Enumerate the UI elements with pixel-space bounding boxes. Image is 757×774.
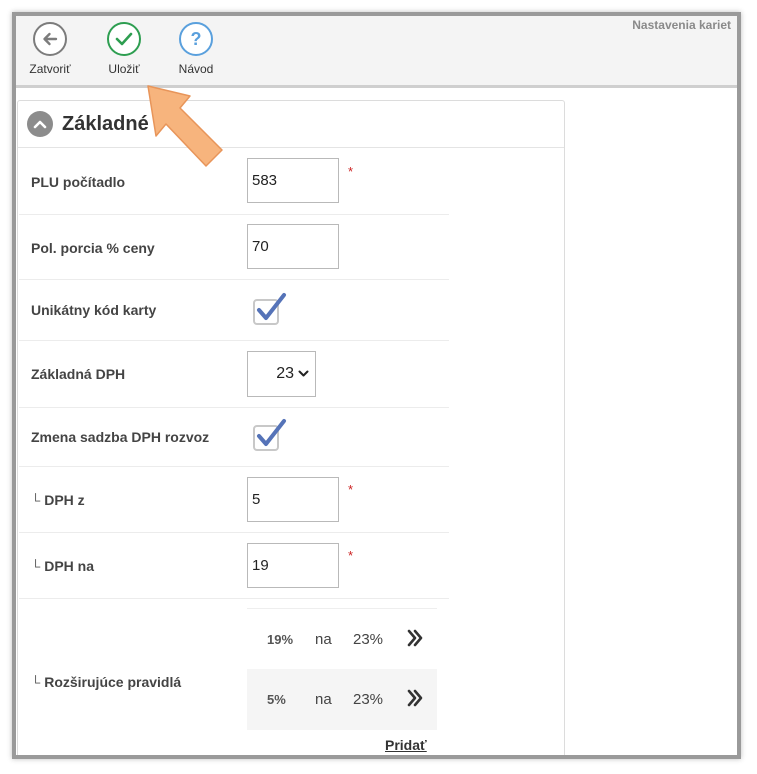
help-button[interactable]: ? Návod <box>166 22 226 76</box>
double-chevron-right-icon[interactable] <box>407 689 423 707</box>
form-row-vat-to: └DPH na * <box>19 533 449 599</box>
save-button-label: Uložiť <box>108 62 140 76</box>
indent-marker: └ <box>31 559 41 574</box>
half-portion-input[interactable] <box>247 224 339 269</box>
vat-to-text: DPH na <box>44 558 95 574</box>
extended-rules-label: └ Rozširujúce pravidlá <box>31 674 181 690</box>
help-button-label: Návod <box>178 62 214 76</box>
rule-item[interactable]: 5% na 23% <box>247 669 437 730</box>
question-icon: ? <box>179 22 213 56</box>
base-vat-value: 23 <box>276 365 294 382</box>
unique-code-checkbox[interactable] <box>251 292 287 326</box>
rule-to: 23% <box>353 630 384 648</box>
rule-item[interactable]: 19% na 23% <box>247 608 437 669</box>
change-vat-label: Zmena sadzba DPH rozvoz <box>31 429 210 445</box>
pointer-arrow-icon <box>147 85 223 167</box>
save-button[interactable]: Uložiť <box>94 22 154 76</box>
rule-from: 5% <box>267 692 286 707</box>
arrow-left-icon <box>33 22 67 56</box>
indent-marker: └ <box>31 675 41 690</box>
page-title: Nastavenia kariet <box>632 18 731 32</box>
panel-title: Základné <box>62 112 149 135</box>
unique-code-label: Unikátny kód karty <box>31 302 157 318</box>
required-mark: * <box>348 164 354 179</box>
rule-to: 23% <box>353 691 384 708</box>
close-button-label: Zatvoriť <box>29 62 71 76</box>
form-row-vat-from: └DPH z * <box>19 467 449 533</box>
rule-from: 19% <box>267 631 294 647</box>
checkmark-icon <box>107 22 141 56</box>
base-vat-label: Základná DPH <box>31 366 126 382</box>
required-mark: * <box>348 482 354 497</box>
basic-settings-panel: Základné PLU počítadlo * Pol. porcia % c… <box>17 100 565 755</box>
toolbar: Zatvoriť Uložiť ? Návod Nastavenia karie… <box>16 16 737 88</box>
vat-to-input[interactable] <box>247 543 339 588</box>
form-row-change-vat: Zmena sadzba DPH rozvoz <box>19 408 449 467</box>
rule-connector: na <box>315 691 332 708</box>
form-row-unique-code: Unikátny kód karty <box>19 280 449 341</box>
form-row-half-portion: Pol. porcia % ceny <box>19 215 449 280</box>
double-chevron-right-icon[interactable] <box>407 629 423 647</box>
half-portion-label: Pol. porcia % ceny <box>31 240 155 256</box>
form-row-plu-counter: PLU počítadlo * <box>19 149 449 215</box>
form-row-base-vat: Základná DPH 23 <box>19 341 449 408</box>
form-row-extended-rules: └ Rozširujúce pravidlá 19% na 23% 5% na 2… <box>19 599 449 755</box>
panel-header: Základné <box>18 101 564 148</box>
vat-from-text: DPH z <box>44 492 85 508</box>
required-mark: * <box>348 548 354 563</box>
rule-connector: na <box>315 630 332 648</box>
change-vat-checkbox[interactable] <box>251 418 287 452</box>
add-rule-link[interactable]: Pridať <box>385 737 427 753</box>
chevron-up-icon[interactable] <box>27 111 53 137</box>
indent-marker: └ <box>31 493 41 508</box>
chevron-down-icon <box>298 370 309 377</box>
plu-counter-input[interactable] <box>247 158 339 203</box>
app-window: Zatvoriť Uložiť ? Návod Nastavenia karie… <box>12 12 741 759</box>
vat-from-input[interactable] <box>247 477 339 522</box>
vat-to-label: └ DPH na <box>31 558 94 574</box>
vat-from-label: └ DPH z <box>31 492 85 508</box>
close-button[interactable]: Zatvoriť <box>20 22 80 76</box>
extended-rules-text: Rozširujúce pravidlá <box>44 674 182 690</box>
plu-counter-label: PLU počítadlo <box>31 174 126 190</box>
base-vat-select[interactable]: 23 <box>247 351 316 397</box>
